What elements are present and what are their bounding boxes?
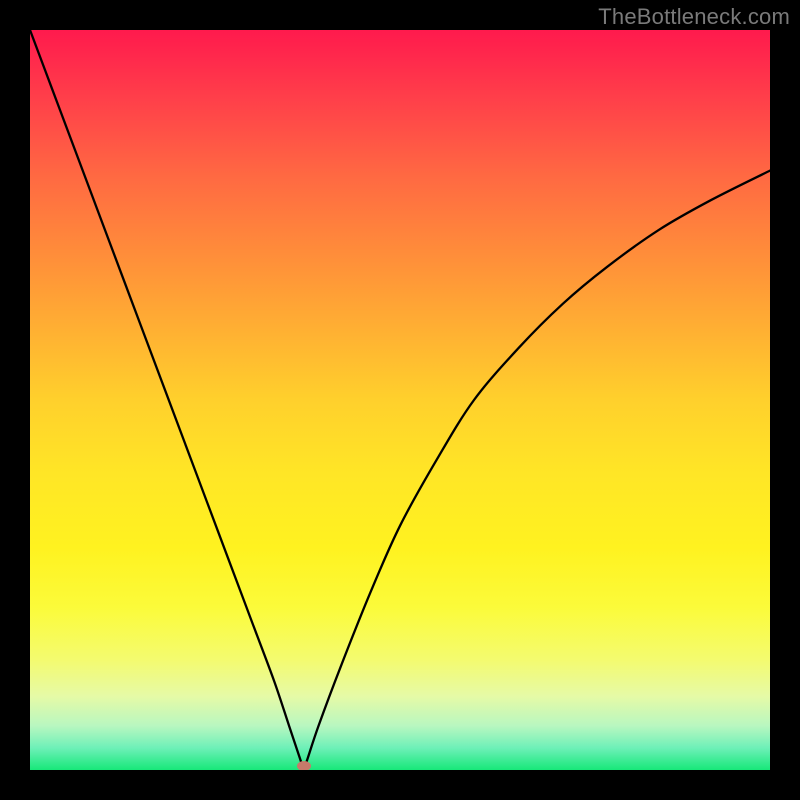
watermark-text: TheBottleneck.com	[598, 4, 790, 30]
chart-frame: TheBottleneck.com	[0, 0, 800, 800]
bottleneck-curve	[30, 30, 770, 770]
minimum-marker	[297, 761, 311, 770]
plot-area	[30, 30, 770, 770]
